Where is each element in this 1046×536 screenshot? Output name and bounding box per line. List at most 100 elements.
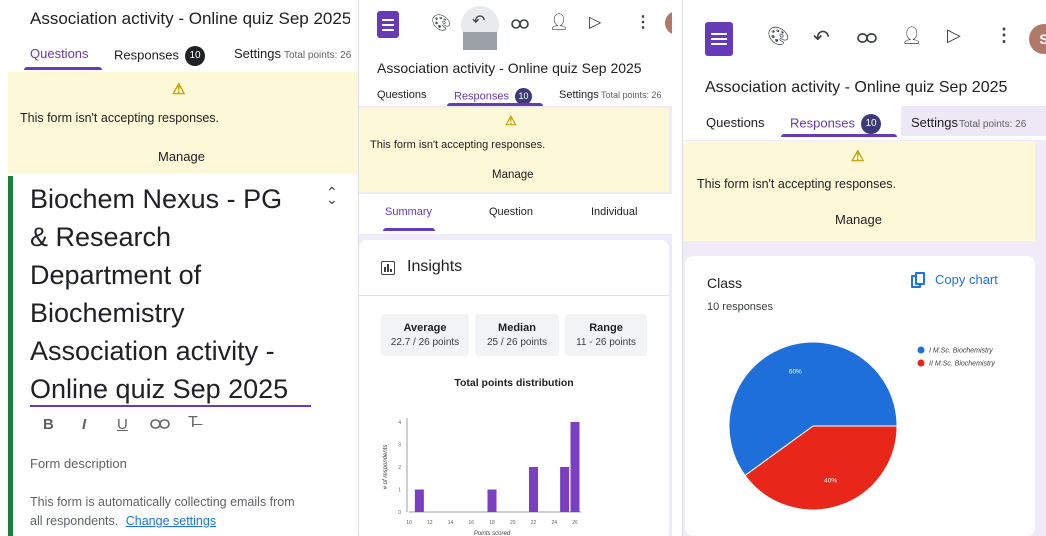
responses-count-badge: 10 xyxy=(861,114,882,134)
bar xyxy=(560,467,570,512)
bar xyxy=(529,467,538,512)
form-title[interactable]: Association activity - Online quiz Sep 2… xyxy=(377,60,663,76)
x-tick-label: 10 xyxy=(406,520,412,526)
x-tick-label: 24 xyxy=(551,520,557,526)
more-vert-icon[interactable]: ⋮ xyxy=(635,12,651,32)
tab-responses[interactable]: Responses 10 xyxy=(790,114,882,134)
more-vert-icon[interactable]: ⋮ xyxy=(995,25,1013,46)
total-points: Total points: 26 xyxy=(601,90,662,100)
x-tick-label: 20 xyxy=(510,520,516,526)
tab-responses[interactable]: Responses 10 xyxy=(114,46,206,66)
form-heading[interactable]: Biochem Nexus - PG & Research Department… xyxy=(30,180,320,408)
tab-settings[interactable]: SettingsTotal points: 26 xyxy=(901,106,1046,136)
email-notice: This form is automatically collecting em… xyxy=(30,495,295,509)
heading-line: Department of xyxy=(30,260,202,290)
subtab-question[interactable]: Question xyxy=(489,206,533,218)
y-axis-label: # of respondents xyxy=(383,445,389,490)
undo-icon[interactable]: ↶ xyxy=(472,11,485,31)
subtab-summary-underline xyxy=(383,228,435,231)
legend-label: I M.Sc. Biochemistry xyxy=(929,348,993,355)
banner-message: This form isn't accepting responses. xyxy=(370,139,546,151)
x-tick-label: 14 xyxy=(448,520,454,526)
form-title-card-accent xyxy=(8,176,13,536)
class-chart-card: Class Copy chart 10 responses 40% 60% I M.… xyxy=(685,256,1035,536)
stat-value: 25 / 26 points xyxy=(486,337,548,348)
heading-line: Online quiz Sep 2025 xyxy=(30,374,289,404)
tab-responses-underline xyxy=(447,103,543,106)
form-title[interactable]: Association activity - Online quiz Sep 2… xyxy=(705,79,1029,97)
heading-line: Biochemistry xyxy=(30,298,185,328)
bar xyxy=(414,489,424,512)
manage-button[interactable]: Manage xyxy=(158,149,205,164)
manage-button[interactable]: Manage xyxy=(835,212,882,227)
clear-format-icon[interactable]: T̶ xyxy=(188,414,198,432)
palette-icon[interactable]: 🎨︎ xyxy=(431,13,451,33)
y-tick-label: 4 xyxy=(398,420,401,426)
form-title[interactable]: Association activity - Online quiz Sep 2… xyxy=(30,9,350,29)
change-settings-link[interactable]: Change settings xyxy=(126,514,216,528)
tab-questions[interactable]: Questions xyxy=(30,46,89,61)
manage-button[interactable]: Manage xyxy=(492,169,534,181)
x-tick-label: 12 xyxy=(427,520,433,526)
tab-responses-label: Responses xyxy=(790,115,856,131)
legend-marker xyxy=(917,359,925,367)
stat-label: Average xyxy=(403,322,447,334)
insights-title: Insights xyxy=(407,258,463,275)
undo-tooltip xyxy=(463,32,497,50)
preview-icon[interactable]: ▷ xyxy=(947,25,961,46)
tab-questions[interactable]: Questions xyxy=(706,115,765,130)
tab-settings-label: Settings xyxy=(234,46,281,61)
x-tick-label: 22 xyxy=(531,520,537,526)
stat-range: Range 11 - 26 points xyxy=(565,314,647,356)
insights-card: Insights Average 22.7 / 26 points Median… xyxy=(359,240,669,536)
form-description-field[interactable]: Form description xyxy=(30,456,127,471)
tab-responses-label: Responses xyxy=(454,90,510,103)
slice-label: 60% xyxy=(789,369,802,376)
card-title: Class xyxy=(707,275,743,291)
preview-icon[interactable]: ▷ xyxy=(589,12,601,32)
undo-icon[interactable]: ↶ xyxy=(813,25,830,50)
x-tick-label: 18 xyxy=(489,520,495,526)
heading-line: Biochem Nexus - PG xyxy=(30,184,283,214)
forms-logo-icon[interactable] xyxy=(705,22,733,56)
format-italic-button[interactable]: I xyxy=(82,416,86,433)
heading-line: Association activity - xyxy=(30,336,275,366)
format-underline-button[interactable]: U xyxy=(117,416,128,433)
subtab-summary[interactable]: Summary xyxy=(385,206,432,218)
panel-gap xyxy=(672,0,682,536)
subtab-individual[interactable]: Individual xyxy=(591,206,637,218)
forms-logo-icon[interactable] xyxy=(377,11,399,38)
x-tick-label: 26 xyxy=(572,520,578,526)
collapse-icon[interactable]: ⌃ ⌄ xyxy=(326,184,338,218)
chart-title: Total points distribution xyxy=(454,377,574,389)
banner-message: This form isn't accepting responses. xyxy=(697,177,896,191)
add-collaborator-icon[interactable]: 👤︎ xyxy=(901,26,923,46)
x-axis-label: Points scored xyxy=(474,531,511,536)
y-tick-label: 1 xyxy=(398,488,401,494)
insights-divider xyxy=(359,295,669,296)
legend-marker xyxy=(917,346,925,354)
total-points: Total points: 26 xyxy=(959,119,1027,130)
palette-icon[interactable]: 🎨︎ xyxy=(767,26,790,47)
link-icon[interactable] xyxy=(857,31,877,50)
warning-icon: ⚠ xyxy=(851,148,865,165)
link-format-icon[interactable] xyxy=(150,417,170,436)
tab-settings-label: Settings xyxy=(559,89,599,101)
insights-icon xyxy=(381,261,395,275)
responses-class-panel: 🎨︎ ↶ 👤︎ ▷ ⋮ S Association activity - Onl… xyxy=(682,0,1046,536)
total-points: Total points: 26 xyxy=(284,50,352,61)
email-notice-text: all respondents. xyxy=(30,514,119,528)
tab-settings[interactable]: SettingsTotal points: 26 xyxy=(559,89,662,101)
tab-responses-underline xyxy=(781,134,897,137)
add-collaborator-icon[interactable]: 👤︎ xyxy=(549,12,569,32)
x-tick-label: 16 xyxy=(468,520,474,526)
format-bold-button[interactable]: B xyxy=(43,416,54,433)
heading-underline xyxy=(30,405,311,407)
tab-settings[interactable]: SettingsTotal points: 26 xyxy=(234,46,351,61)
link-icon[interactable] xyxy=(511,17,529,35)
tab-questions[interactable]: Questions xyxy=(377,89,427,101)
y-tick-label: 3 xyxy=(398,443,401,449)
responses-count: 10 responses xyxy=(707,301,774,313)
heading-line: & Research xyxy=(30,222,172,252)
copy-chart-button[interactable]: Copy chart xyxy=(911,272,998,289)
